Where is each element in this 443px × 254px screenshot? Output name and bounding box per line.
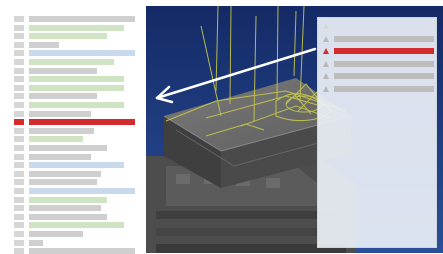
row-marker — [14, 136, 24, 143]
row-label-bar — [29, 248, 135, 254]
row-label-bar — [29, 33, 107, 40]
row-label-bar — [29, 67, 97, 74]
row-label-bar — [29, 93, 97, 100]
row-marker — [14, 50, 24, 57]
row-label-bar — [29, 127, 94, 134]
row-marker — [14, 205, 24, 212]
row-marker — [14, 59, 24, 65]
row-label-bar — [29, 102, 124, 108]
row-label-bar — [29, 50, 135, 57]
row-marker — [14, 231, 24, 237]
left-operation-list — [6, 6, 146, 254]
row-label-bar — [29, 188, 135, 194]
row-marker — [14, 239, 24, 246]
row-marker — [14, 16, 24, 22]
row-marker — [14, 188, 24, 194]
row-marker — [14, 170, 24, 177]
row-label-bar — [334, 48, 434, 54]
row-label-bar — [29, 76, 124, 83]
triangle-icon — [323, 60, 329, 67]
row-marker — [14, 127, 24, 134]
row-marker — [14, 222, 24, 229]
right-operation-panel — [317, 17, 437, 248]
row-label-bar — [29, 239, 43, 246]
row-marker — [14, 119, 24, 126]
row-label-bar — [29, 205, 101, 212]
row-marker — [14, 84, 24, 91]
triangle-icon — [323, 35, 329, 42]
row-label-bar — [29, 59, 114, 65]
row-label-bar — [29, 84, 124, 91]
row-label-bar — [29, 145, 107, 151]
row-label-bar — [29, 179, 97, 186]
row-label-bar — [29, 170, 101, 177]
triangle-icon — [323, 73, 329, 79]
row-label-bar — [334, 60, 434, 67]
row-label-bar — [334, 23, 434, 29]
row-label-bar — [29, 153, 91, 160]
row-label-bar — [29, 41, 59, 48]
row-label-bar — [29, 162, 124, 169]
row-label-bar — [29, 119, 135, 126]
triangle-icon — [323, 23, 329, 29]
row-label-bar — [334, 85, 434, 92]
row-marker — [14, 179, 24, 186]
row-label-bar — [29, 213, 107, 220]
row-marker — [14, 33, 24, 40]
row-marker — [14, 102, 24, 108]
row-label-bar — [29, 24, 124, 31]
triangle-icon — [323, 85, 329, 92]
row-marker — [14, 145, 24, 151]
row-label-bar — [29, 16, 135, 22]
row-label-bar — [29, 196, 107, 203]
row-label-bar — [29, 136, 83, 143]
row-marker — [14, 153, 24, 160]
row-marker — [14, 162, 24, 169]
row-label-bar — [29, 222, 124, 229]
triangle-icon — [323, 48, 329, 54]
row-marker — [14, 196, 24, 203]
row-marker — [14, 41, 24, 48]
row-marker — [14, 24, 24, 31]
row-label-bar — [334, 73, 434, 79]
row-label-bar — [29, 110, 91, 117]
row-marker — [14, 67, 24, 74]
row-marker — [14, 213, 24, 220]
row-label-bar — [29, 231, 83, 237]
row-marker — [14, 93, 24, 100]
row-marker — [14, 110, 24, 117]
row-marker — [14, 248, 24, 254]
row-label-bar — [334, 35, 434, 42]
row-marker — [14, 76, 24, 83]
